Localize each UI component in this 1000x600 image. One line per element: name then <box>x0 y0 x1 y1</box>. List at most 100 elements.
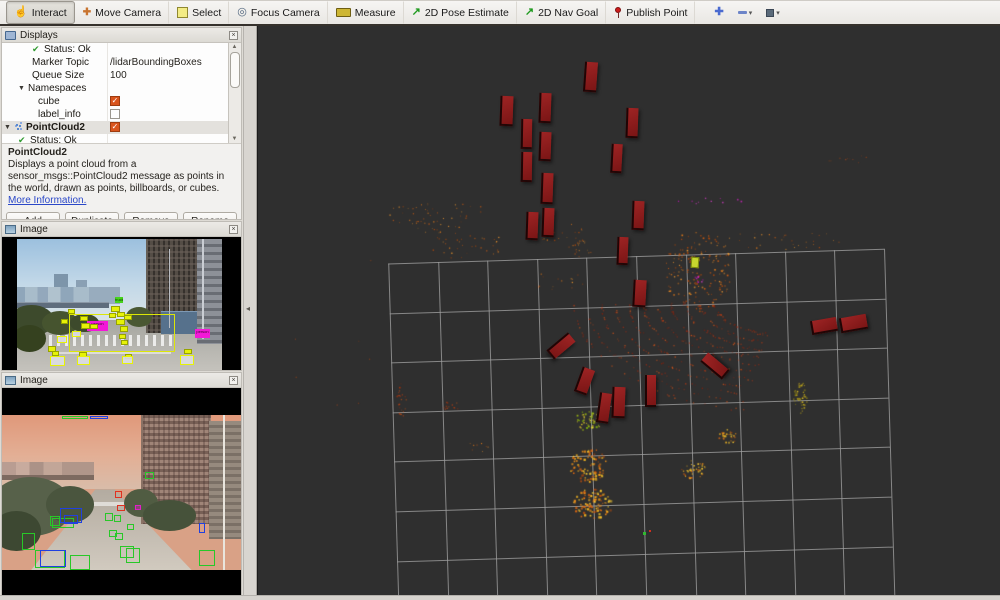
pose-arrow-icon: ↗ <box>412 7 421 18</box>
nav-arrow-icon: ↗ <box>525 7 534 18</box>
detection-box <box>90 324 98 329</box>
detection-box <box>22 533 35 550</box>
tree-label: cube <box>38 95 60 108</box>
lidar-bounding-box <box>632 279 646 307</box>
image2-titlebar: Image × <box>2 373 241 388</box>
tree-row-cube[interactable]: cube ✓ <box>2 95 241 108</box>
detection-box <box>115 491 122 498</box>
displays-titlebar: Displays × <box>2 28 241 43</box>
3d-viewport[interactable] <box>257 26 1000 596</box>
rviz-window: ☝Interact✚Move CameraSelect◎Focus Camera… <box>0 0 1000 600</box>
tree-row-pointcloud2[interactable]: ▼ PointCloud2 ✓ <box>2 121 241 134</box>
detection-box <box>180 355 194 365</box>
lidar-bounding-box <box>538 131 551 160</box>
green-speck <box>643 532 646 535</box>
tree-scrollbar[interactable]: ▲ ▼ <box>228 43 241 143</box>
tree-row-label-info[interactable]: label_info <box>2 108 241 121</box>
checkbox-label_info[interactable] <box>110 109 120 119</box>
displays-panel-title: Displays <box>20 30 225 41</box>
duplicate-button[interactable]: Duplicate <box>65 212 119 221</box>
lidar-bounding-box <box>540 172 553 203</box>
dropdown-icon: ▾ <box>749 9 753 17</box>
tool-publish-point[interactable]: Publish Point <box>606 1 695 24</box>
displays-buttons-row: Add Duplicate Remove Rename <box>2 210 241 220</box>
street-pole <box>223 415 225 570</box>
detection-box <box>109 313 116 318</box>
tool-interact[interactable]: ☝Interact <box>6 1 75 24</box>
scrollbar-thumb[interactable] <box>230 52 240 88</box>
detection-box <box>80 316 88 321</box>
trees <box>17 325 46 351</box>
dropdown-icon: ▾ <box>776 9 780 17</box>
tool-measure[interactable]: Measure <box>328 1 404 24</box>
toolbar: ☝Interact✚Move CameraSelect◎Focus Camera… <box>0 0 1000 26</box>
image1-titlebar: Image × <box>2 222 241 237</box>
tool-move-camera[interactable]: ✚Move Camera <box>75 1 169 24</box>
detection-box <box>116 319 125 325</box>
lidar-bounding-box <box>582 62 597 93</box>
detection-box <box>68 309 75 314</box>
detection-box <box>199 523 205 533</box>
tree-label: Status: Ok <box>30 134 77 144</box>
scroll-down-icon[interactable]: ▼ <box>229 136 240 142</box>
image2-panel-title: Image <box>20 375 225 386</box>
detection-box <box>121 340 128 345</box>
tree-label: PointCloud2 <box>26 121 85 134</box>
tree-row-namespaces[interactable]: ▼Namespaces <box>2 82 241 95</box>
detection-box <box>64 515 78 524</box>
detection-box <box>57 336 67 343</box>
measure-icon <box>336 8 351 17</box>
close-icon[interactable]: × <box>229 376 238 385</box>
lidar-bounding-box <box>631 200 644 229</box>
select-icon <box>177 7 188 18</box>
panel-splitter[interactable]: ◂ <box>243 26 257 596</box>
detection-box <box>90 416 108 419</box>
tree-row-status-ok[interactable]: ✔Status: Ok <box>2 134 241 144</box>
add-button[interactable]: Add <box>6 212 60 221</box>
tool-2d-nav-goal[interactable]: ↗2D Nav Goal <box>517 1 606 24</box>
toolbar-add-tool-button[interactable]: ✚ <box>711 5 726 20</box>
tool-focus-camera[interactable]: ◎Focus Camera <box>229 1 327 24</box>
detection-box <box>127 524 134 530</box>
detection-box <box>122 356 133 364</box>
lidar-bounding-box <box>625 108 638 138</box>
toolbar-remove-tool-button[interactable]: ▾ <box>735 7 756 19</box>
expander-icon[interactable]: ▼ <box>4 121 11 134</box>
tool-2d-pose-estimate[interactable]: ↗2D Pose Estimate <box>404 1 517 24</box>
detection-box: truck <box>115 297 123 303</box>
lidar-bounding-box <box>520 119 532 149</box>
tool-label: Measure <box>355 7 396 19</box>
tool-label: Move Camera <box>95 7 161 19</box>
detection-box <box>77 356 90 365</box>
splitter-collapse-icon[interactable]: ◂ <box>246 304 250 313</box>
tool-props-icon <box>766 9 774 17</box>
detection-box <box>145 472 154 479</box>
detection-box <box>114 515 121 522</box>
toolbar-tool-properties-button[interactable]: ▾ <box>763 7 783 19</box>
lidar-bounding-box <box>611 386 625 417</box>
expander-icon[interactable]: ▼ <box>18 82 25 95</box>
status-ok-check-icon: ✔ <box>32 43 40 56</box>
point-pin-icon <box>614 6 622 19</box>
rename-button[interactable]: Rename <box>183 212 237 221</box>
checkbox-PointCloud2[interactable]: ✓ <box>110 122 120 132</box>
more-information-link[interactable]: More Information. <box>8 195 86 206</box>
tool-select[interactable]: Select <box>169 1 229 24</box>
remove-button[interactable]: Remove <box>124 212 178 221</box>
lidar-bounding-box <box>499 96 513 126</box>
close-icon[interactable]: × <box>229 225 238 234</box>
image-panel-1: Image × <box>1 221 242 371</box>
tree-row-status-ok[interactable]: ✔ Status: Ok <box>2 43 241 56</box>
camera-image-2 <box>2 415 241 570</box>
scroll-up-icon[interactable]: ▲ <box>229 44 240 50</box>
detection-box <box>50 356 65 366</box>
detection-box <box>70 555 90 570</box>
detection-box <box>61 319 68 324</box>
tree-label: Status: Ok <box>44 43 91 56</box>
tree-row-queue-size[interactable]: Queue Size100 <box>2 69 241 82</box>
tree-value: /lidarBoundingBoxes <box>110 56 202 69</box>
displays-property-tree: ✔Status: OkMarker Topic/lidarBoundingBox… <box>2 43 241 144</box>
tree-row-marker-topic[interactable]: Marker Topic/lidarBoundingBoxes <box>2 56 241 69</box>
close-icon[interactable]: × <box>229 31 238 40</box>
checkbox-cube[interactable]: ✓ <box>110 96 120 106</box>
